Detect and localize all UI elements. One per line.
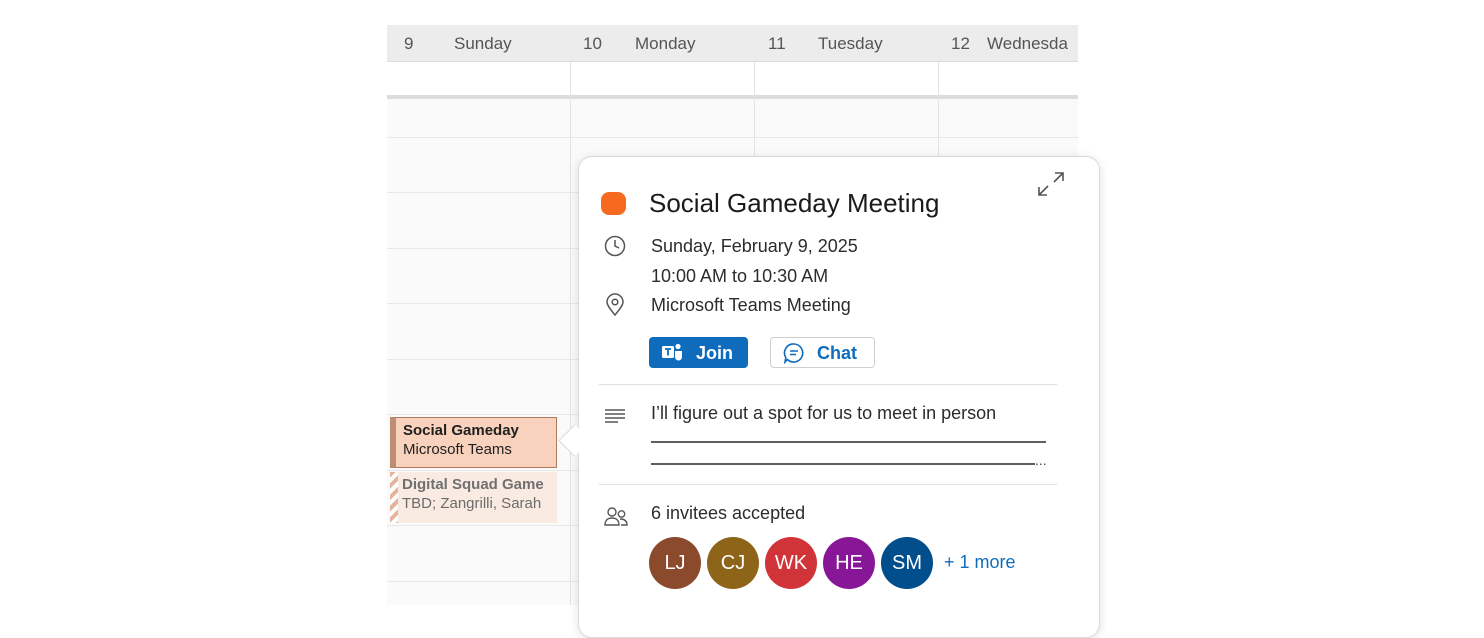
expand-icon[interactable] xyxy=(1035,168,1067,200)
chat-button[interactable]: Chat xyxy=(770,337,875,368)
section-divider xyxy=(599,384,1057,385)
join-label: Join xyxy=(696,343,734,363)
chat-label: Chat xyxy=(817,343,857,363)
day-name: Sunday xyxy=(454,34,512,53)
day-number: 11 xyxy=(768,34,786,53)
day-divider xyxy=(570,62,571,605)
avatar[interactable]: WK xyxy=(765,537,817,589)
people-icon xyxy=(604,507,628,526)
event-subtitle: Microsoft Teams xyxy=(403,441,512,458)
category-color-dot xyxy=(601,192,626,215)
day-header-monday[interactable]: 10 Monday xyxy=(571,25,755,61)
event-location[interactable]: Microsoft Teams Meeting xyxy=(651,295,851,316)
notes-lines-icon xyxy=(605,409,625,423)
section-divider xyxy=(599,484,1057,485)
description-ellipsis: ... xyxy=(1035,452,1047,468)
event-time: 10:00 AM to 10:30 AM xyxy=(651,266,829,286)
avatar[interactable]: HE xyxy=(823,537,875,589)
day-header-row: 9 Sunday 10 Monday 11 Tuesday 12 Wednesd… xyxy=(387,25,1078,62)
event-title: Digital Squad Game xyxy=(402,476,544,493)
popup-pointer-mask xyxy=(579,420,593,460)
description-underline xyxy=(651,441,1046,443)
clock-icon xyxy=(604,235,626,257)
tentative-stripe xyxy=(390,472,398,523)
day-name: Monday xyxy=(635,34,696,53)
teams-icon xyxy=(662,343,682,361)
event-digital-squad-game[interactable]: Digital Squad Game TBD; Zangrilli, Sarah xyxy=(390,472,557,523)
day-number: 9 xyxy=(404,34,414,53)
day-number: 10 xyxy=(583,34,602,53)
day-header-wednesday[interactable]: 12 Wednesda xyxy=(939,25,1078,61)
join-meeting-button[interactable]: Join xyxy=(649,337,748,368)
event-social-gameday[interactable]: Social Gameday Microsoft Teams xyxy=(390,417,557,468)
location-pin-icon xyxy=(606,293,624,317)
attendees-summary: 6 invitees accepted xyxy=(651,503,806,523)
day-header-sunday[interactable]: 9 Sunday xyxy=(387,25,571,61)
day-name: Tuesday xyxy=(818,34,883,53)
event-description: I’ll figure out a spot for us to meet in… xyxy=(651,403,997,423)
avatar[interactable]: SM xyxy=(881,537,933,589)
event-subtitle: TBD; Zangrilli, Sarah xyxy=(402,495,542,512)
description-underline xyxy=(651,463,1035,465)
chat-bubble-icon xyxy=(783,343,804,364)
day-number: 12 xyxy=(951,34,970,53)
event-date: Sunday, February 9, 2025 xyxy=(651,236,858,256)
event-title: Social Gameday xyxy=(403,422,519,439)
day-name: Wednesda xyxy=(987,34,1068,53)
more-attendees-link[interactable]: + 1 more xyxy=(944,552,1016,573)
all-day-band[interactable] xyxy=(387,62,1078,99)
day-header-tuesday[interactable]: 11 Tuesday xyxy=(755,25,939,61)
avatar[interactable]: CJ xyxy=(707,537,759,589)
popup-event-title: Social Gameday Meeting xyxy=(649,188,940,218)
hour-line xyxy=(387,137,1078,138)
avatar[interactable]: LJ xyxy=(649,537,701,589)
